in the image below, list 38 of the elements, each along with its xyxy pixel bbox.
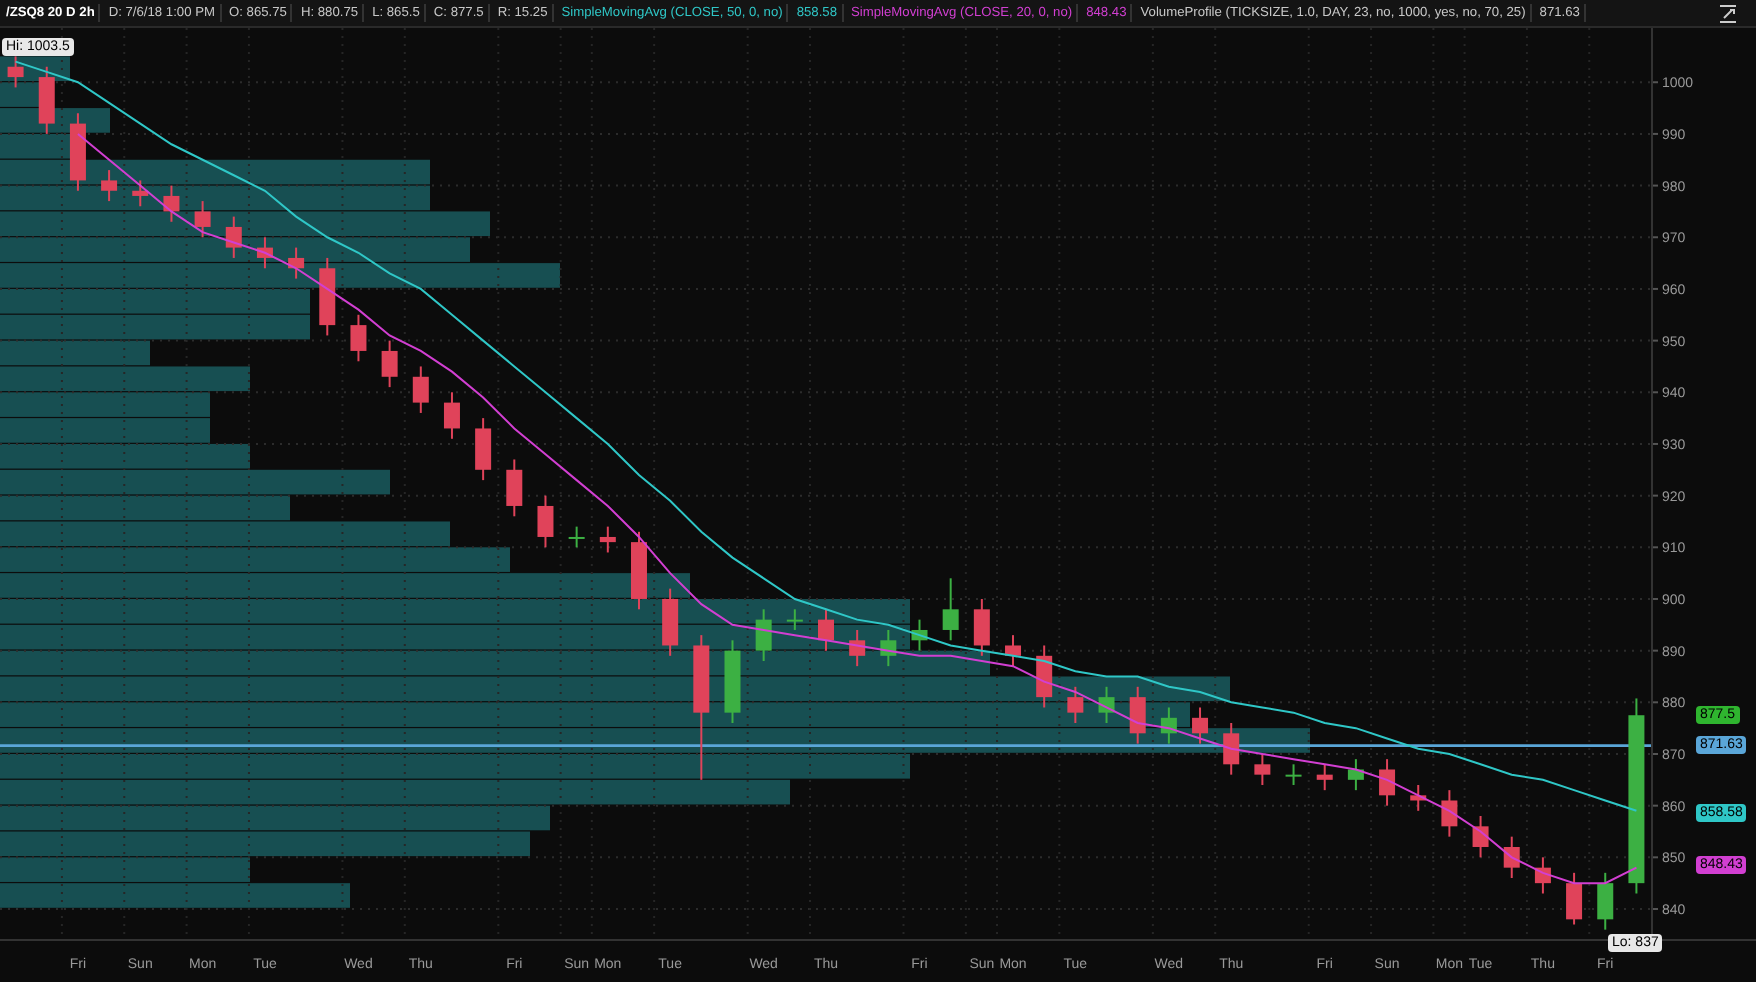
candlestick <box>818 608 834 652</box>
candlestick <box>1254 752 1271 786</box>
candlestick <box>194 200 211 239</box>
candlestick <box>568 525 585 549</box>
candlestick <box>1067 685 1084 724</box>
candlestick <box>1379 758 1396 807</box>
candlestick <box>599 525 616 554</box>
candlestick <box>1005 634 1022 668</box>
candlestick <box>38 65 55 135</box>
candlestick <box>1566 871 1583 926</box>
candlestick <box>1347 758 1364 792</box>
candlestick <box>1316 763 1333 792</box>
candlestick <box>225 215 242 259</box>
candlestick <box>350 313 367 363</box>
candlestick <box>849 628 866 668</box>
candlestick <box>1192 706 1209 745</box>
candlestick <box>132 179 149 208</box>
candlestick <box>1441 789 1458 838</box>
candlestick <box>1597 871 1614 931</box>
candlestick <box>537 494 554 549</box>
candlestick <box>381 339 398 389</box>
zoom-icon[interactable] <box>1718 3 1738 23</box>
candlestick <box>1223 721 1240 776</box>
candlestick <box>7 55 24 89</box>
candlestick <box>786 608 803 631</box>
candlestick <box>1503 835 1520 879</box>
candlestick <box>755 608 772 662</box>
candlestick <box>662 587 679 657</box>
candlestick <box>475 417 492 482</box>
candlestick <box>506 458 523 518</box>
candlestick <box>443 391 460 440</box>
candlestick <box>1036 644 1053 709</box>
candlestick <box>942 577 959 642</box>
candlestick <box>1129 685 1146 745</box>
candlestick <box>973 597 990 657</box>
candlestick <box>1285 763 1302 786</box>
candlestick <box>412 365 429 414</box>
candlestick <box>101 169 118 203</box>
